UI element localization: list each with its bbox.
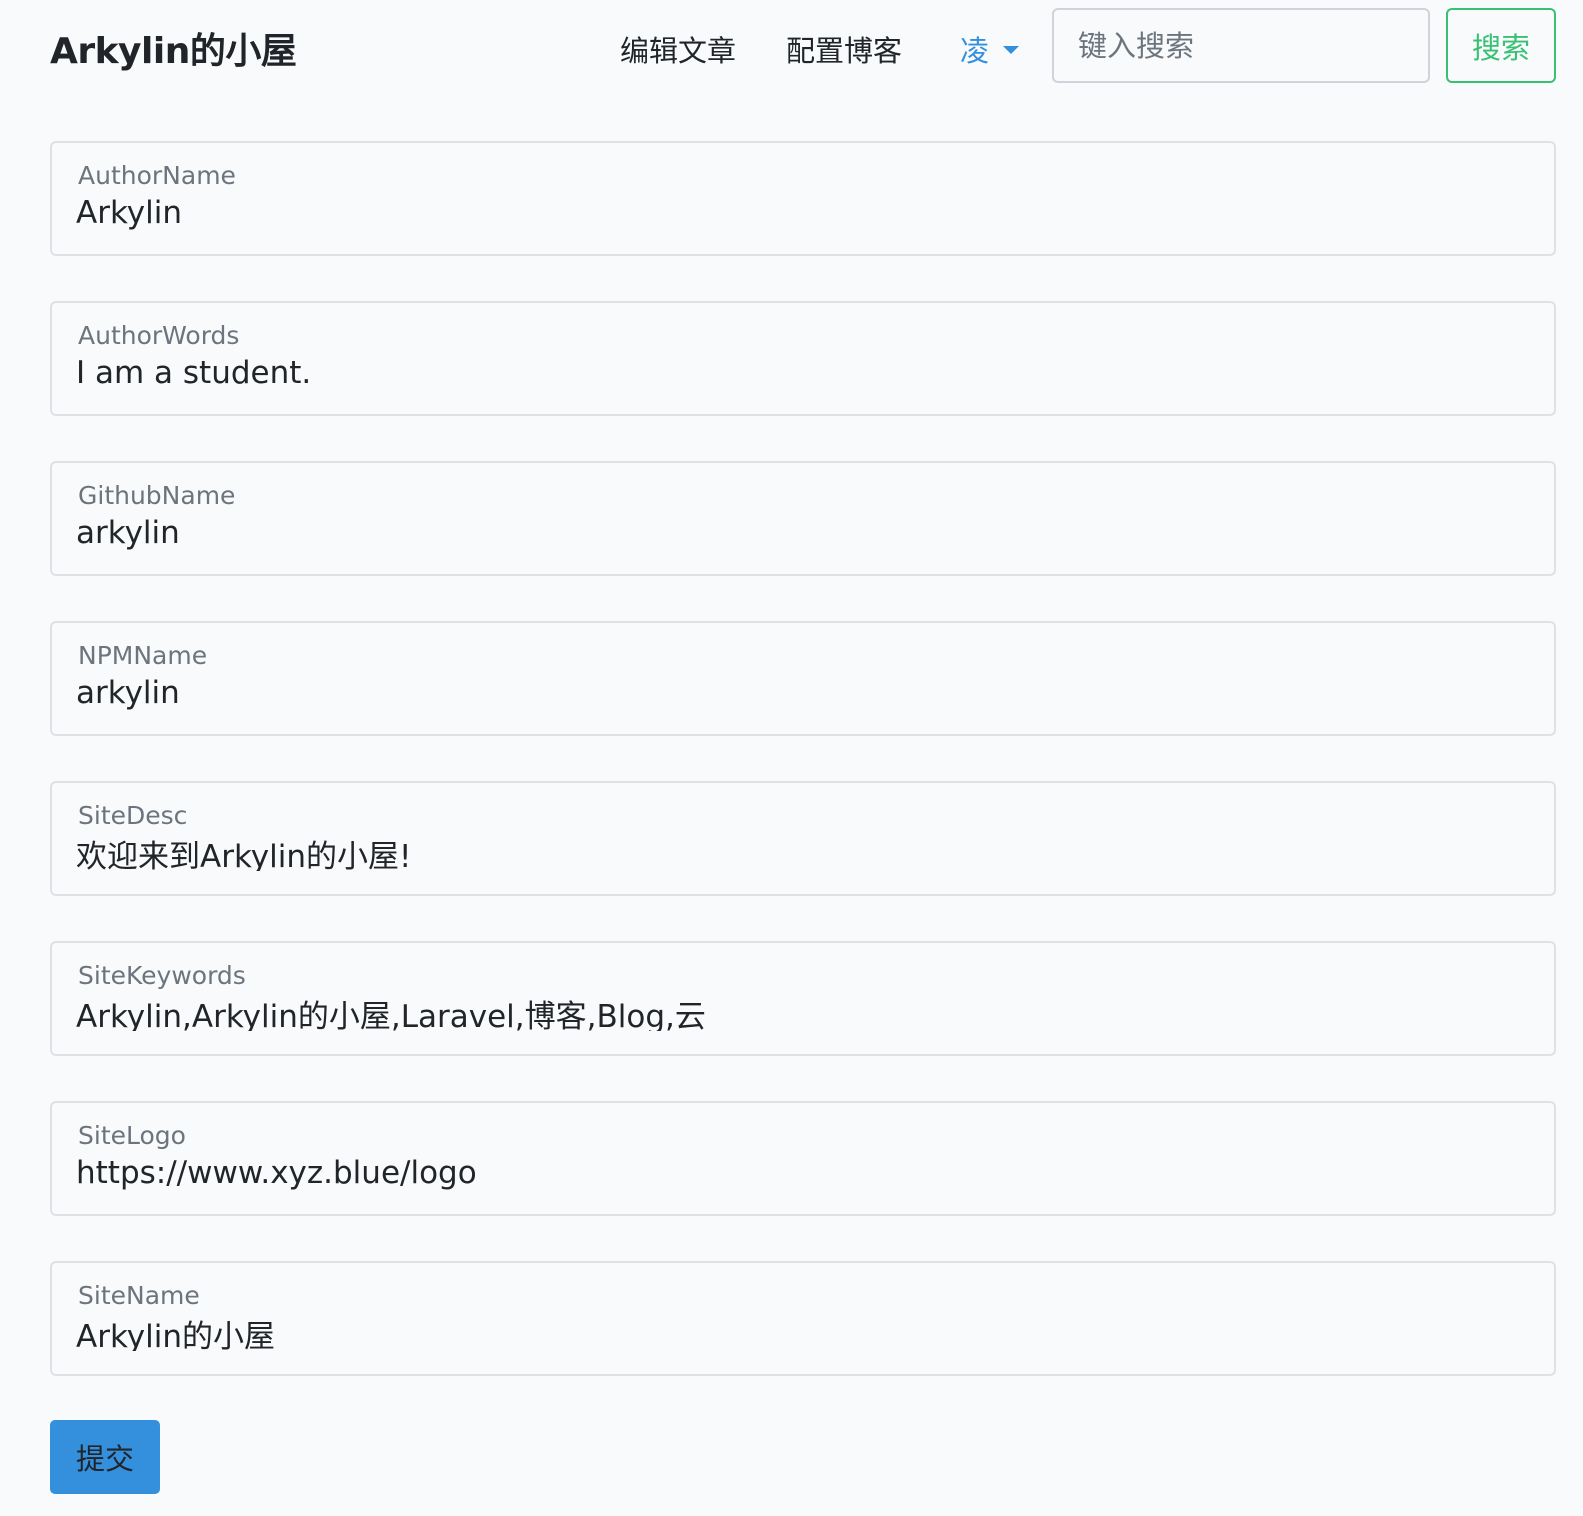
site-keywords-input[interactable] [76,995,1516,1031]
field-label: SiteKeywords [78,961,246,990]
field-label: SiteLogo [78,1121,186,1150]
field-author-name[interactable]: AuthorName [50,141,1556,256]
field-site-desc[interactable]: SiteDesc [50,781,1556,896]
field-github-name[interactable]: GithubName [50,461,1556,576]
field-author-words[interactable]: AuthorWords [50,301,1556,416]
nav-edit-article[interactable]: 编辑文章 [620,28,736,70]
site-name-input[interactable] [76,1315,1516,1351]
field-label: AuthorName [78,161,236,190]
navbar: Arkylin的小屋 编辑文章 配置博客 凌 搜索 [0,0,1583,92]
field-label: AuthorWords [78,321,240,350]
github-name-input[interactable] [76,515,1516,551]
submit-button[interactable]: 提交 [50,1420,160,1494]
field-label: SiteName [78,1281,200,1310]
user-dropdown-toggle[interactable]: 凌 [960,28,1020,70]
brand-link[interactable]: Arkylin的小屋 [50,22,297,74]
author-words-input[interactable] [76,355,1516,391]
field-label: NPMName [78,641,208,670]
field-npm-name[interactable]: NPMName [50,621,1556,736]
site-desc-input[interactable] [76,835,1516,871]
field-site-name[interactable]: SiteName [50,1261,1556,1376]
user-name: 凌 [960,34,990,68]
field-label: SiteDesc [78,801,188,830]
search-input[interactable] [1052,8,1430,83]
author-name-input[interactable] [76,195,1516,231]
field-site-keywords[interactable]: SiteKeywords [50,941,1556,1056]
nav-config-blog[interactable]: 配置博客 [786,28,902,70]
field-label: GithubName [78,481,236,510]
field-site-logo[interactable]: SiteLogo [50,1101,1556,1216]
caret-down-icon [1003,46,1020,54]
search-button[interactable]: 搜索 [1446,8,1556,83]
site-logo-input[interactable] [76,1155,1516,1191]
npm-name-input[interactable] [76,675,1516,711]
